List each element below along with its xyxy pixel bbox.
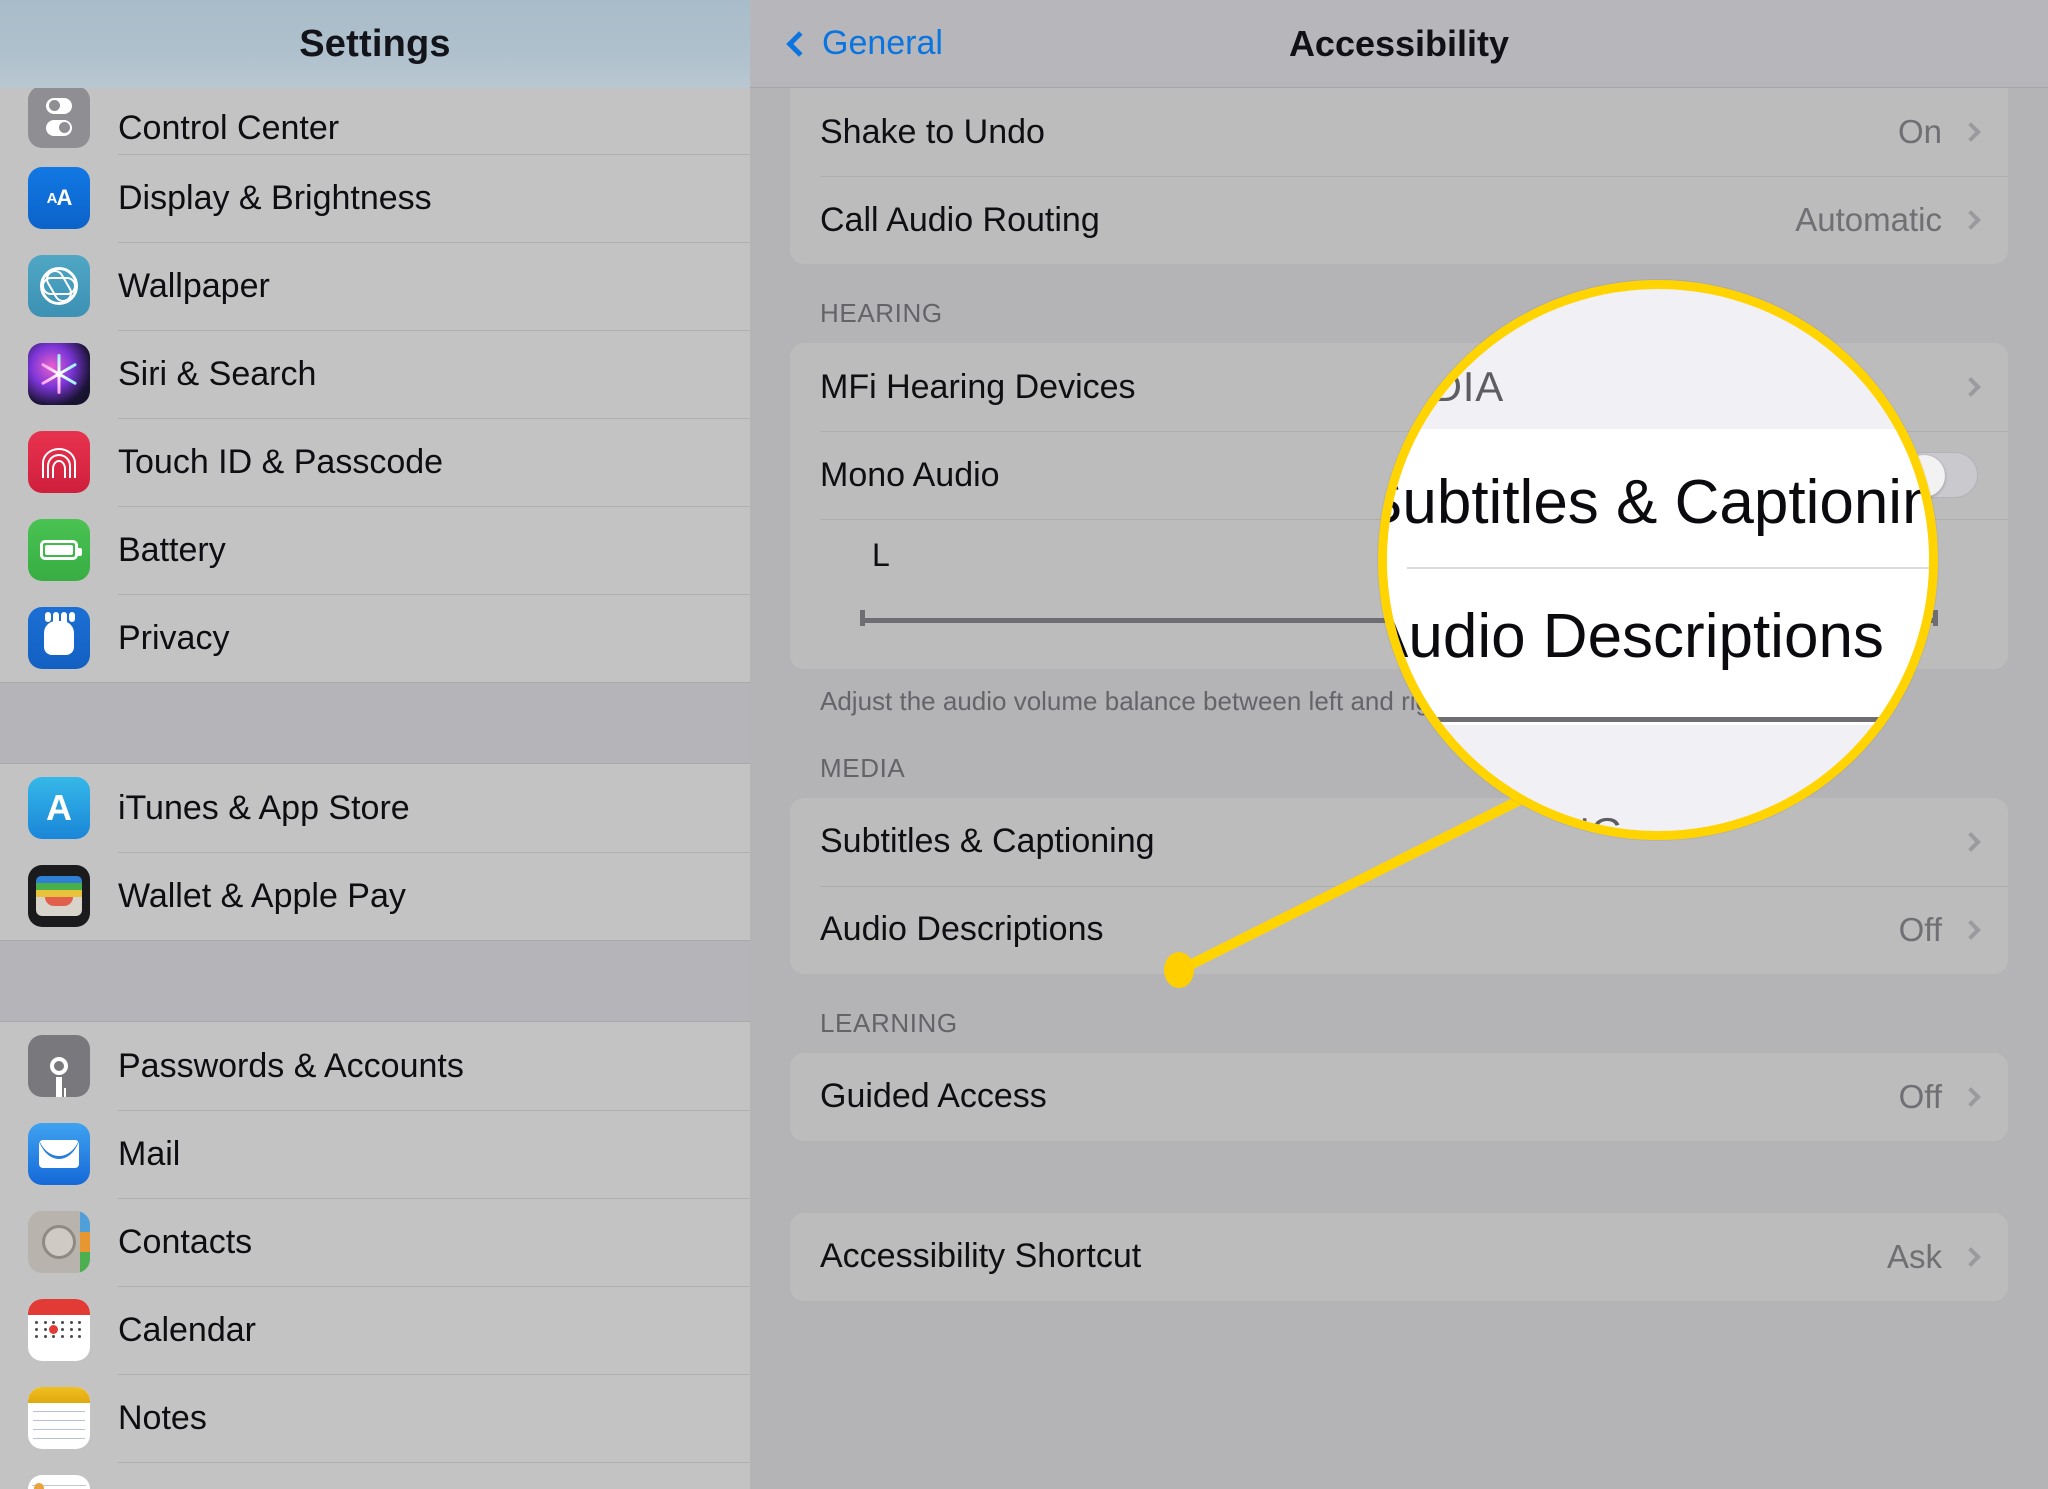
sidebar-item-label: Siri & Search bbox=[118, 354, 317, 393]
app-store-icon: A bbox=[28, 777, 90, 839]
magnified-subtitles-captioning[interactable]: Subtitles & Captioning bbox=[1387, 467, 1929, 538]
magnified-media-header: MEDIA bbox=[1378, 363, 1505, 410]
sidebar-item-mail[interactable]: Mail bbox=[0, 1110, 750, 1198]
sidebar-item-label: Contacts bbox=[118, 1222, 253, 1261]
row-label: MFi Hearing Devices bbox=[820, 367, 1136, 406]
row-label: Guided Access bbox=[820, 1077, 1047, 1116]
detail-title: Accessibility bbox=[1288, 22, 1510, 64]
row-label: Audio Descriptions bbox=[820, 910, 1104, 949]
chevron-right-icon bbox=[1961, 919, 1981, 940]
sidebar-item-privacy[interactable]: Privacy bbox=[0, 594, 750, 682]
sidebar-group-divider bbox=[0, 940, 750, 1022]
notes-icon bbox=[28, 1387, 90, 1449]
wallet-icon bbox=[28, 865, 90, 927]
sidebar-item-itunes-app-store[interactable]: A iTunes & App Store bbox=[0, 764, 750, 852]
sidebar-list: Control Center AA Display & Brightness W… bbox=[0, 86, 750, 1489]
sidebar-item-label: iTunes & App Store bbox=[118, 788, 410, 827]
row-value: Ask bbox=[1886, 1237, 1942, 1275]
detail-header: General Accessibility bbox=[750, 0, 2048, 88]
page-title: Settings bbox=[299, 22, 451, 65]
row-value: Off bbox=[1898, 1077, 1942, 1115]
magnifier-content: MEDIA Subtitles & Captioning Audio Descr… bbox=[1387, 289, 1929, 831]
settings-sidebar: Settings Control Center AA Display & Bri… bbox=[0, 0, 750, 1489]
chevron-right-icon bbox=[1961, 1086, 1981, 1107]
sidebar-item-calendar[interactable]: Calendar bbox=[0, 1286, 750, 1374]
sidebar-item-label: Privacy bbox=[118, 618, 230, 657]
sidebar-item-label: Notes bbox=[118, 1398, 207, 1437]
sidebar-item-label: Calendar bbox=[118, 1310, 256, 1349]
magnified-audio-descriptions[interactable]: Audio Descriptions bbox=[1387, 601, 1884, 672]
back-button-general[interactable]: General bbox=[786, 24, 943, 63]
row-label: Shake to Undo bbox=[820, 112, 1045, 151]
key-icon bbox=[28, 1035, 90, 1097]
sidebar-item-notes[interactable]: Notes bbox=[0, 1374, 750, 1462]
sidebar-item-label: Touch ID & Passcode bbox=[118, 442, 444, 481]
ipad-settings-screen: Settings Control Center AA Display & Bri… bbox=[0, 0, 2048, 1489]
row-accessibility-shortcut[interactable]: Accessibility Shortcut Ask bbox=[790, 1213, 2008, 1301]
chevron-right-icon bbox=[1961, 122, 1981, 142]
sidebar-header: Settings bbox=[0, 0, 750, 88]
section-header-learning: LEARNING bbox=[820, 1007, 958, 1038]
callout-anchor-dot bbox=[1164, 952, 1194, 988]
sidebar-item-label: Passwords & Accounts bbox=[118, 1046, 464, 1085]
sidebar-item-touch-id-passcode[interactable]: Touch ID & Passcode bbox=[0, 418, 750, 506]
magnified-divider bbox=[1407, 567, 1929, 569]
chevron-right-icon bbox=[1961, 377, 1981, 397]
back-button-label: General bbox=[822, 24, 943, 62]
group-accessibility-shortcut: Accessibility Shortcut Ask bbox=[790, 1212, 2008, 1301]
reminders-icon bbox=[28, 1475, 90, 1489]
sidebar-item-control-center[interactable]: Control Center bbox=[0, 86, 750, 154]
chevron-right-icon bbox=[1961, 1246, 1981, 1267]
group-learning: Guided Access Off bbox=[790, 1052, 2008, 1141]
mail-icon bbox=[28, 1123, 90, 1185]
row-call-audio-routing[interactable]: Call Audio Routing Automatic bbox=[790, 176, 2008, 264]
sidebar-item-siri-search[interactable]: Siri & Search bbox=[0, 330, 750, 418]
sidebar-item-label: Battery bbox=[118, 530, 226, 569]
sidebar-item-label: Display & Brightness bbox=[118, 178, 432, 217]
chevron-left-icon bbox=[786, 30, 812, 57]
row-label: Call Audio Routing bbox=[820, 200, 1100, 239]
sidebar-item-label: Wallet & Apple Pay bbox=[118, 876, 406, 915]
touch-id-icon bbox=[28, 431, 90, 493]
balance-left-label: L bbox=[872, 537, 890, 573]
row-guided-access[interactable]: Guided Access Off bbox=[790, 1053, 2008, 1141]
siri-search-icon bbox=[28, 343, 90, 405]
sidebar-item-passwords-accounts[interactable]: Passwords & Accounts bbox=[0, 1022, 750, 1110]
row-audio-descriptions[interactable]: Audio Descriptions Off bbox=[790, 885, 2008, 974]
magnifier-callout: MEDIA Subtitles & Captioning Audio Descr… bbox=[1378, 280, 1938, 840]
row-value: On bbox=[1897, 113, 1942, 150]
magnified-slider-track bbox=[1387, 717, 1909, 722]
row-label: Mono Audio bbox=[820, 455, 1000, 494]
wallpaper-icon bbox=[28, 255, 90, 317]
row-shake-to-undo[interactable]: Shake to Undo On bbox=[790, 88, 2008, 176]
sidebar-item-wallet-apple-pay[interactable]: Wallet & Apple Pay bbox=[0, 852, 750, 940]
magnified-slider-tick-right bbox=[1906, 711, 1911, 729]
sidebar-item-contacts[interactable]: Contacts bbox=[0, 1198, 750, 1286]
chevron-right-icon bbox=[1961, 831, 1981, 852]
control-center-icon bbox=[28, 86, 90, 148]
magnified-footer-fragment: ft and right c bbox=[1385, 799, 1493, 832]
privacy-icon bbox=[28, 607, 90, 669]
chevron-right-icon bbox=[1961, 210, 1981, 230]
sidebar-item-display-brightness[interactable]: AA Display & Brightness bbox=[0, 154, 750, 242]
sidebar-group-divider bbox=[0, 682, 750, 764]
sidebar-item-wallpaper[interactable]: Wallpaper bbox=[0, 242, 750, 330]
sidebar-item-battery[interactable]: Battery bbox=[0, 506, 750, 594]
display-brightness-icon: AA bbox=[28, 167, 90, 229]
sidebar-item-label: Control Center bbox=[118, 109, 340, 147]
slider-tick-right bbox=[1933, 610, 1938, 626]
battery-icon bbox=[28, 519, 90, 581]
row-value: Off bbox=[1898, 910, 1942, 948]
slider-tick-left bbox=[860, 610, 865, 626]
sidebar-item-label: Mail bbox=[118, 1134, 181, 1173]
calendar-icon bbox=[28, 1299, 90, 1361]
row-label: Subtitles & Captioning bbox=[820, 822, 1155, 861]
group-general: Shake to Undo On Call Audio Routing Auto… bbox=[790, 88, 2008, 264]
contacts-icon bbox=[28, 1211, 90, 1273]
row-value: Automatic bbox=[1795, 201, 1942, 238]
sidebar-item-reminders[interactable]: Reminders bbox=[0, 1462, 750, 1489]
row-label: Accessibility Shortcut bbox=[820, 1237, 1142, 1276]
sidebar-item-label: Wallpaper bbox=[118, 266, 270, 305]
